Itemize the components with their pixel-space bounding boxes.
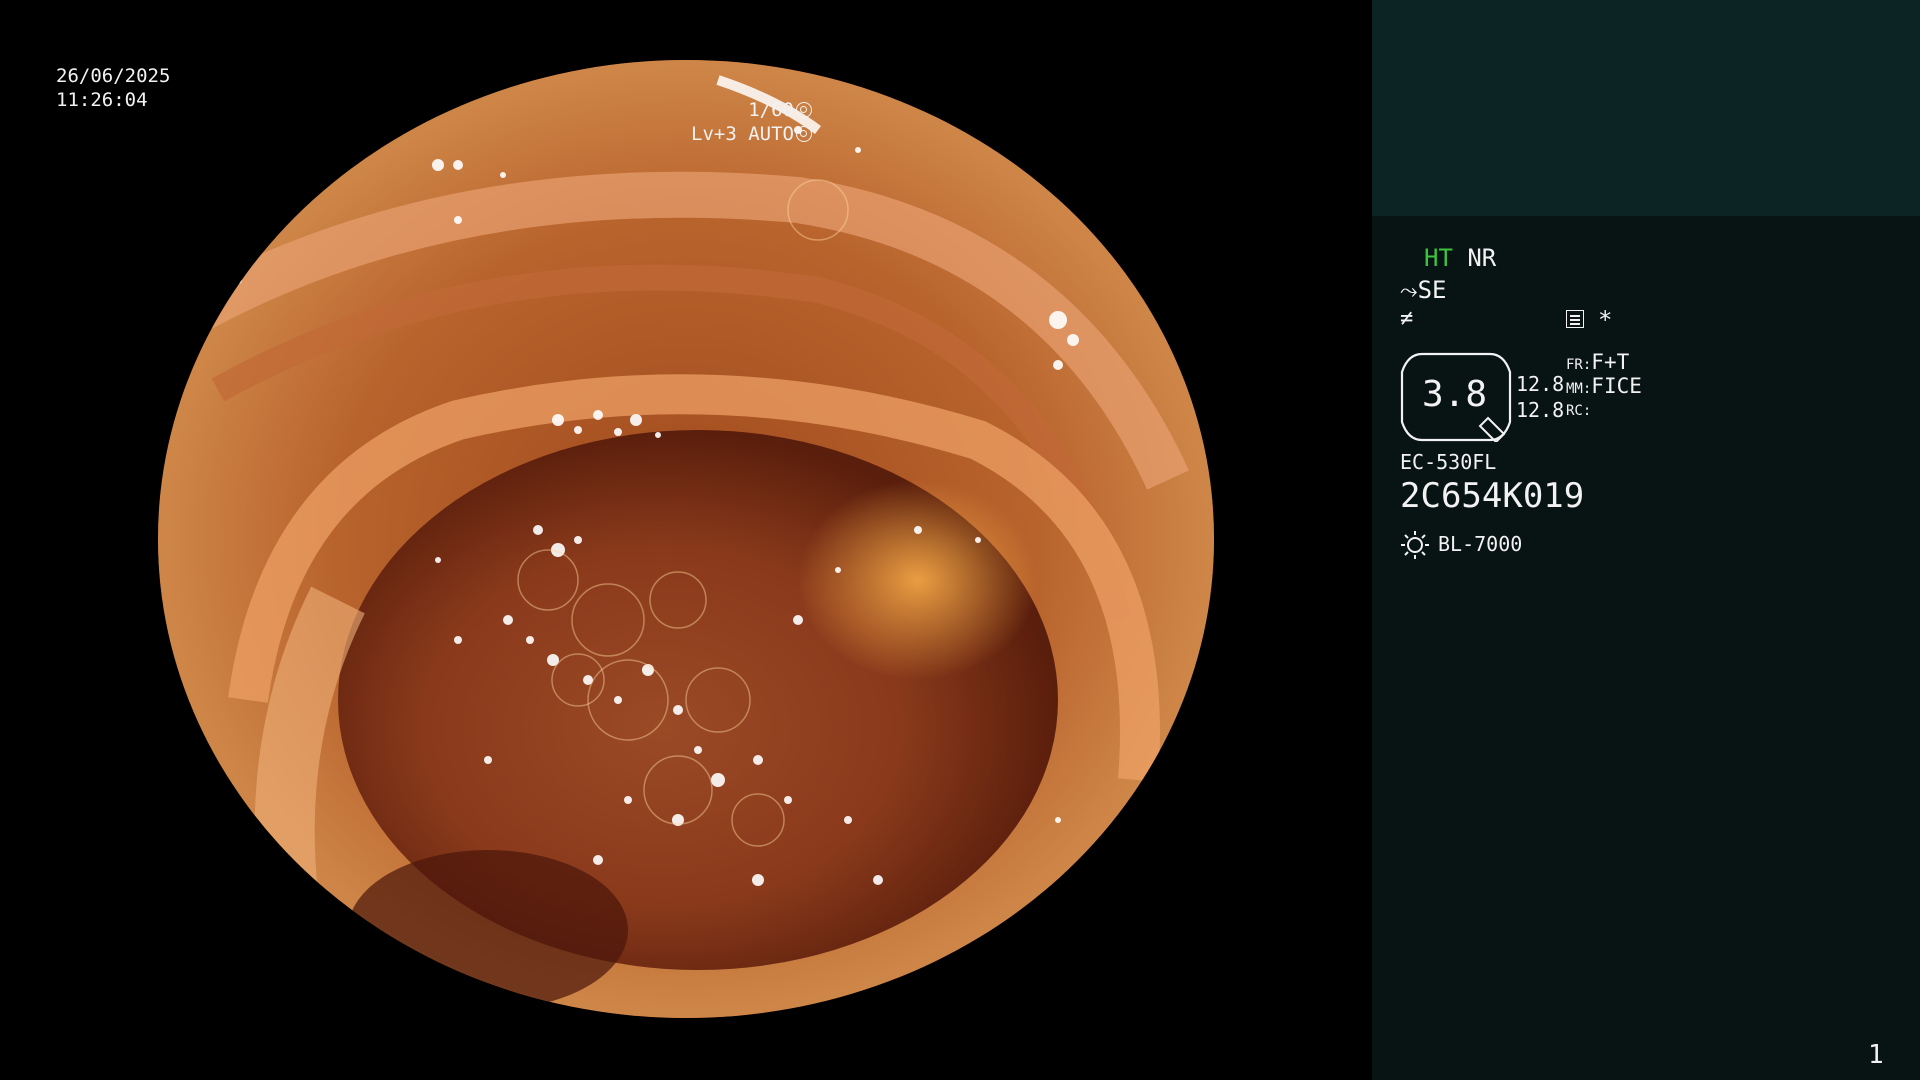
value-1: 12.8 <box>1516 372 1565 396</box>
date-text: 26/06/2025 <box>56 65 171 87</box>
mm-value: FICE <box>1591 374 1642 398</box>
se-label: SE <box>1417 276 1447 304</box>
datetime-display: 26/06/2025 11:26:04 <box>56 64 170 112</box>
colon-lumen-image <box>158 60 1214 1018</box>
value-2: 12.8 <box>1516 398 1565 422</box>
light-source: BL-7000 <box>1438 532 1523 556</box>
processing-modes: HT NR <box>1424 244 1496 272</box>
ht-mode: HT <box>1424 244 1453 272</box>
menu-list-icon <box>1566 310 1584 328</box>
rc-label: RC: <box>1566 403 1592 419</box>
video-area: 26/06/2025 11:26:04 1/60 Lv+3 AUTO <box>0 0 1372 1080</box>
not-equal-icon: ≠ <box>1400 306 1414 331</box>
view-mask-bottom <box>158 1018 1214 1080</box>
exposure-display: 1/60 Lv+3 AUTO <box>691 98 812 146</box>
fr-label: FR: <box>1566 357 1592 373</box>
info-panel-header <box>1372 0 1920 216</box>
nr-mode: NR <box>1467 244 1497 272</box>
view-mask-top <box>158 0 1214 60</box>
fr-setting: FR:F+T <box>1566 350 1629 374</box>
endoscopic-image <box>158 60 1214 1018</box>
zoom-value: 3.8 <box>1422 374 1488 415</box>
shutter-speed: 1/60 <box>748 99 794 121</box>
rc-setting: RC: <box>1566 400 1591 419</box>
endoscopy-screen: 26/06/2025 11:26:04 1/60 Lv+3 AUTO HT NR… <box>0 0 1920 1080</box>
pen-icon: ⤳ <box>1400 279 1418 304</box>
mm-setting: MM:FICE <box>1566 374 1642 398</box>
page-number: 1 <box>1868 1040 1884 1070</box>
info-panel: HT NR ⤳SE ≠ * 3.8 12.8 12.8 FR:F+T MM:FI… <box>1372 0 1920 1080</box>
brightness-level: Lv+3 AUTO <box>691 123 794 145</box>
scope-serial: 2C654K019 <box>1400 476 1585 516</box>
fr-value: F+T <box>1591 350 1630 374</box>
sun-icon <box>1401 531 1429 559</box>
se-mode: ⤳SE <box>1400 276 1447 304</box>
mm-label: MM: <box>1566 381 1592 397</box>
time-text: 11:26:04 <box>56 89 148 111</box>
star-mark: * <box>1598 306 1613 334</box>
scope-model: EC-530FL <box>1400 450 1497 474</box>
iris-icon <box>796 126 812 142</box>
aperture-icon <box>796 102 812 118</box>
